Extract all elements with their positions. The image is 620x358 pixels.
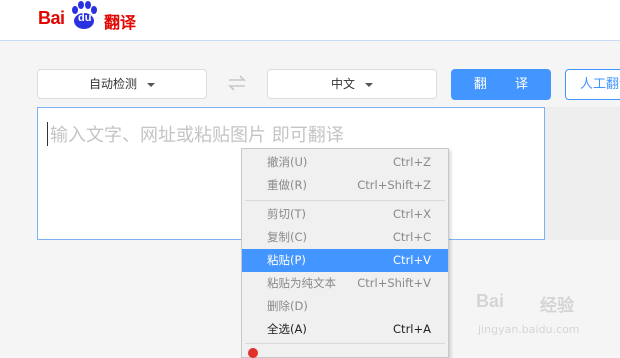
text-cursor: [47, 122, 48, 146]
menu-item-label: 剪切(T): [267, 207, 306, 221]
menu-item-redo[interactable]: 重做(R) Ctrl+Shift+Z: [242, 174, 448, 197]
menu-item-select-all[interactable]: 全选(A) Ctrl+A: [242, 318, 448, 341]
menu-item-shortcut: Ctrl+Shift+V: [357, 276, 431, 290]
translation-output-panel: [545, 107, 620, 240]
product-name: 翻译: [104, 13, 137, 32]
menu-item-label: 复制(C): [267, 230, 308, 244]
watermark-logo: Bai: [476, 291, 505, 311]
menu-item-shortcut: Ctrl+C: [392, 230, 431, 244]
menu-item-delete[interactable]: 删除(D): [242, 295, 448, 318]
menu-item-undo[interactable]: 撤消(U) Ctrl+Z: [242, 151, 448, 174]
target-language-label: 中文: [330, 77, 355, 91]
source-language-select[interactable]: 自动检测: [37, 69, 207, 99]
menu-item-shortcut: Ctrl+A: [393, 322, 431, 336]
watermark-url: jingyan.baidu.com: [478, 323, 580, 336]
menu-item-copy[interactable]: 复制(C) Ctrl+C: [242, 226, 448, 249]
context-menu: 撤消(U) Ctrl+Z 重做(R) Ctrl+Shift+Z 剪切(T) Ct…: [241, 148, 449, 358]
menu-item-label: 粘贴(P): [267, 253, 306, 267]
menu-item-shortcut: Ctrl+X: [393, 207, 431, 221]
menu-item-label: 删除(D): [267, 299, 308, 313]
menu-item-paste-plain-text[interactable]: 粘贴为纯文本 Ctrl+Shift+V: [242, 272, 448, 295]
watermark: Bai 经验 jingyan.baidu.com: [476, 283, 616, 343]
translate-button[interactable]: 翻 译: [451, 69, 551, 100]
extension-icon: [248, 348, 258, 358]
menu-item-cut[interactable]: 剪切(T) Ctrl+X: [242, 203, 448, 226]
chevron-down-icon: [365, 82, 373, 87]
menu-item-label: 粘贴为纯文本: [267, 276, 336, 290]
input-placeholder: 输入文字、网址或粘贴图片 即可翻译: [50, 125, 344, 146]
menu-item-label: 撤消(U): [267, 155, 308, 169]
swap-languages-icon[interactable]: [227, 74, 247, 92]
human-translation-button[interactable]: 人工翻译: [565, 69, 620, 100]
watermark-jingyan: 经验: [540, 296, 574, 316]
menu-separator: [245, 200, 445, 201]
menu-separator: [245, 343, 445, 344]
logo-text: Bai: [38, 8, 65, 28]
chevron-down-icon: [147, 82, 155, 87]
menu-item-shortcut: Ctrl+Z: [393, 155, 431, 169]
menu-item-label: 全选(A): [267, 322, 307, 336]
menu-item-shortcut: Ctrl+Shift+Z: [357, 178, 431, 192]
menu-item-label: 重做(R): [267, 178, 307, 192]
target-language-select[interactable]: 中文: [267, 69, 437, 99]
menu-item-shortcut: Ctrl+V: [393, 253, 431, 267]
logo-du: du: [78, 12, 92, 24]
menu-item-paste[interactable]: 粘贴(P) Ctrl+V: [242, 249, 448, 272]
source-language-label: 自动检测: [88, 77, 137, 91]
baidu-translate-logo[interactable]: Bai du 翻译: [38, 1, 138, 32]
top-bar: Bai du 翻译: [0, 0, 620, 41]
